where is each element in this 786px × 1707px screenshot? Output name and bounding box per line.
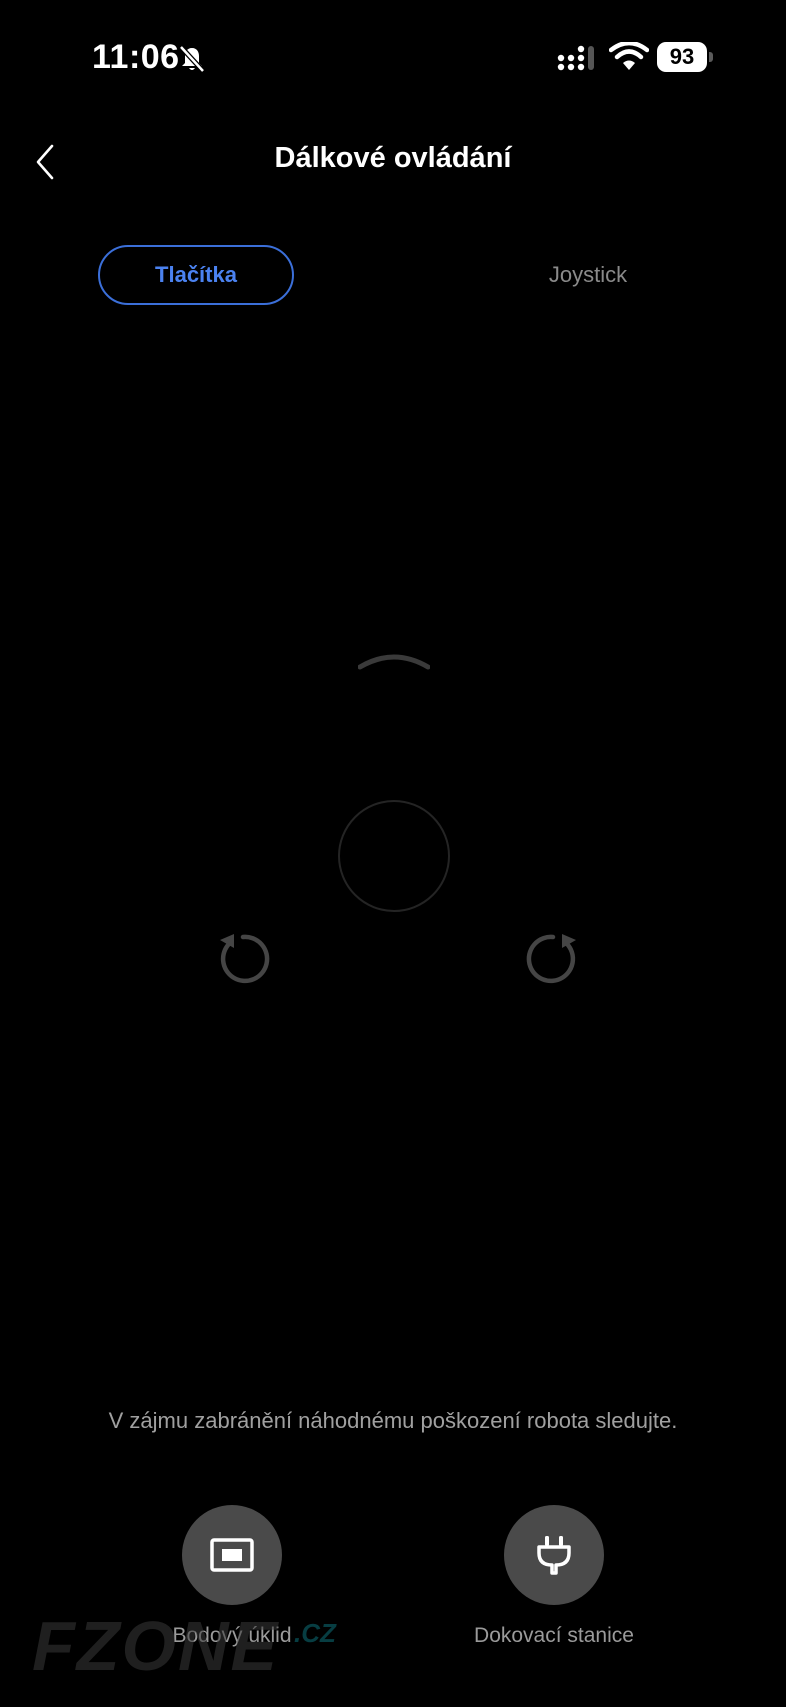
battery-icon: 93 (657, 42, 713, 72)
arrow-up-icon[interactable] (358, 645, 430, 673)
rotate-left-icon[interactable] (214, 930, 272, 988)
safety-hint: V zájmu zabránění náhodnému poškození ro… (108, 1408, 678, 1433)
tab-joystick[interactable]: Joystick (490, 245, 686, 305)
fzone-watermark-logo: FZONE .CZ (32, 1608, 337, 1676)
battery-level: 93 (657, 42, 707, 72)
dock-station-button[interactable] (504, 1505, 604, 1605)
center-stop-button[interactable] (338, 800, 450, 912)
svg-text:.CZ: .CZ (294, 1618, 337, 1648)
bell-muted-icon (179, 45, 205, 73)
cellular-signal-icon (557, 45, 594, 71)
wifi-icon (609, 42, 649, 70)
tab-tlacitka[interactable]: Tlačítka (98, 245, 294, 305)
plug-icon (537, 1536, 571, 1575)
status-time: 11:06 (92, 38, 180, 76)
spot-clean-icon (210, 1538, 254, 1572)
spot-clean-button[interactable] (182, 1505, 282, 1605)
rotate-right-icon[interactable] (524, 930, 582, 988)
page-title: Dálkové ovládání (274, 142, 512, 174)
dock-station-label: Dokovací stanice (474, 1624, 634, 1647)
svg-text:FZONE: FZONE (32, 1608, 280, 1676)
